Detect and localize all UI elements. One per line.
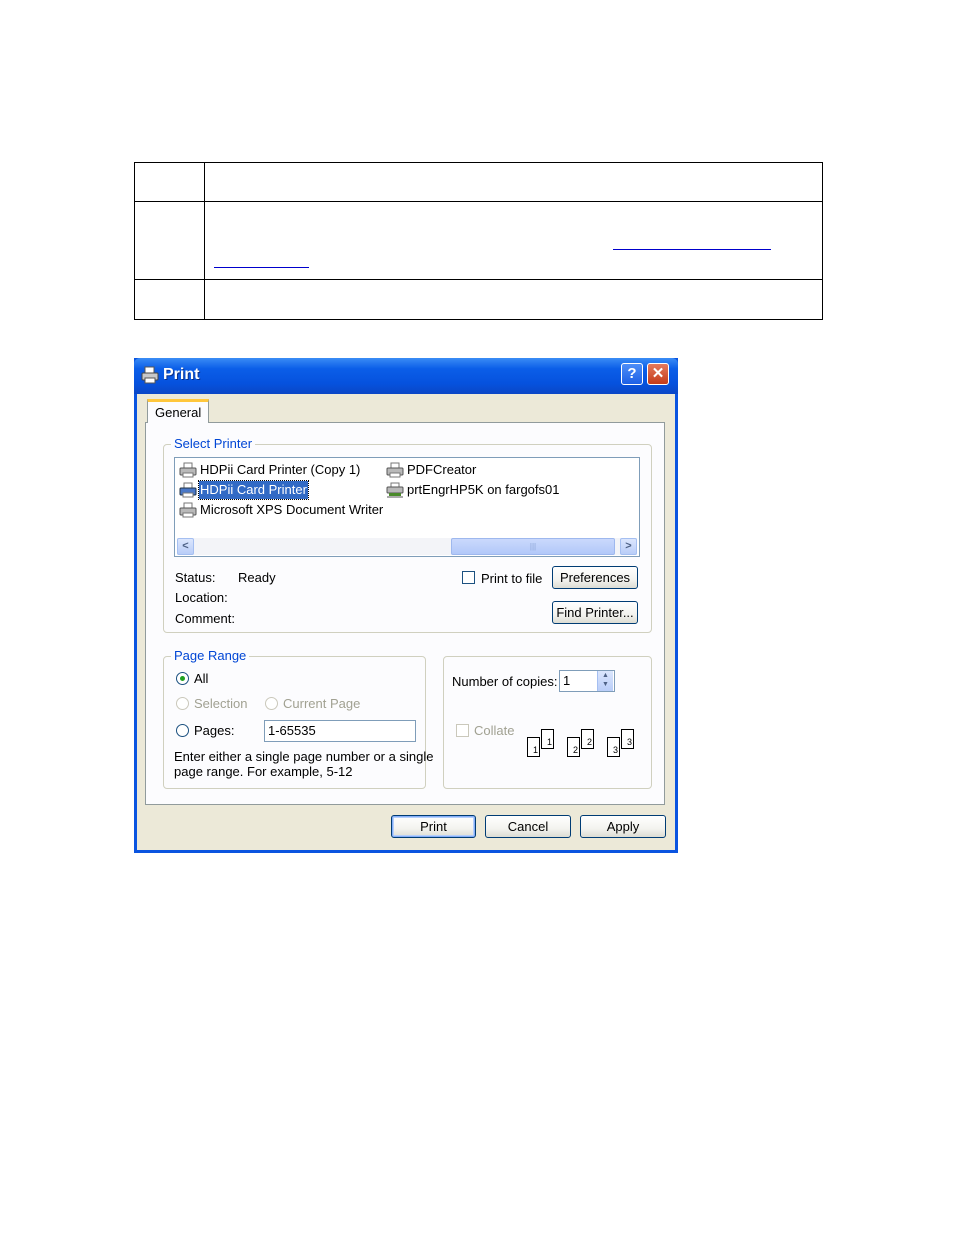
document-table: [134, 162, 823, 320]
printer-icon: [141, 366, 159, 384]
collate-page: 1: [527, 737, 540, 757]
copies-group: Number of copies: 1 ▲ ▼ Collate 1 1 2 2 3…: [443, 656, 652, 789]
find-printer-button[interactable]: Find Printer...: [552, 601, 638, 624]
printer-icon: [179, 502, 197, 518]
printer-icon: [179, 462, 197, 478]
location-label: Location:: [175, 590, 228, 605]
help-button[interactable]: ?: [621, 363, 643, 385]
horizontal-scrollbar[interactable]: < ||| >: [177, 538, 637, 555]
collate-page: 1: [541, 729, 554, 749]
page-range-group: Page Range All Selection Current Page Pa…: [163, 648, 433, 789]
collate-page: 2: [567, 737, 580, 757]
print-dialog: Print ? ✕ General Select Printer HDPii C…: [134, 358, 678, 853]
close-button[interactable]: ✕: [647, 363, 669, 385]
hyperlink-underline[interactable]: [214, 267, 309, 268]
print-button[interactable]: Print: [391, 815, 476, 838]
printer-name: HDPii Card Printer: [198, 480, 309, 500]
all-radio[interactable]: [176, 672, 189, 685]
printer-name: HDPii Card Printer (Copy 1): [200, 462, 361, 477]
collate-label[interactable]: Collate: [474, 723, 514, 738]
table-row-divider: [135, 201, 822, 202]
page-range-hint-line2: page range. For example, 5-12: [174, 764, 353, 779]
title-bar[interactable]: Print ? ✕: [134, 358, 678, 394]
dialog-title: Print: [163, 366, 200, 383]
number-of-copies-label: Number of copies:: [452, 674, 558, 689]
printer-icon: [179, 482, 197, 498]
tab-general[interactable]: General: [147, 399, 209, 423]
hyperlink-underline[interactable]: [613, 249, 771, 250]
pages-input[interactable]: 1-65535: [264, 720, 416, 742]
printer-icon: [386, 462, 404, 478]
selection-radio[interactable]: [176, 697, 189, 710]
current-page-radio[interactable]: [265, 697, 278, 710]
printer-name: prtEngrHP5K on fargofs01: [407, 482, 560, 497]
table-row-divider: [135, 279, 822, 280]
radio-selected-dot: [180, 676, 185, 681]
apply-button[interactable]: Apply: [580, 815, 666, 838]
printer-list[interactable]: HDPii Card Printer (Copy 1) HDPii Card P…: [174, 457, 640, 557]
copies-spinner[interactable]: ▲ ▼: [597, 671, 613, 691]
scroll-thumb[interactable]: |||: [451, 538, 615, 555]
preferences-button[interactable]: Preferences: [552, 566, 638, 589]
pages-label[interactable]: Pages:: [194, 723, 234, 738]
page-range-hint-line1: Enter either a single page number or a s…: [174, 749, 434, 764]
pages-radio[interactable]: [176, 724, 189, 737]
printer-name: Microsoft XPS Document Writer: [200, 502, 384, 517]
all-label[interactable]: All: [194, 671, 208, 686]
status-value: Ready: [238, 570, 276, 585]
scroll-right-button[interactable]: >: [620, 538, 637, 555]
print-to-file-checkbox[interactable]: [462, 571, 475, 584]
printer-name: PDFCreator: [407, 462, 477, 477]
status-label: Status:: [175, 570, 216, 585]
collate-checkbox[interactable]: [456, 724, 469, 737]
print-to-file-label[interactable]: Print to file: [481, 571, 542, 586]
current-page-label[interactable]: Current Page: [283, 696, 360, 711]
page-range-label: Page Range: [171, 648, 250, 663]
collate-page: 3: [621, 729, 634, 749]
collate-page: 3: [607, 737, 620, 757]
comment-label: Comment:: [175, 611, 235, 626]
general-tab-panel: Select Printer HDPii Card Printer (Copy …: [145, 422, 665, 805]
collate-page: 2: [581, 729, 594, 749]
select-printer-label: Select Printer: [171, 436, 256, 451]
select-printer-group: Select Printer HDPii Card Printer (Copy …: [163, 436, 652, 633]
cancel-button[interactable]: Cancel: [485, 815, 571, 838]
scroll-left-button[interactable]: <: [177, 538, 194, 555]
network-printer-icon: [386, 482, 404, 498]
selection-label[interactable]: Selection: [194, 696, 247, 711]
dialog-body: General Select Printer HDPii Card Printe…: [137, 394, 675, 850]
table-column-divider: [204, 163, 205, 319]
